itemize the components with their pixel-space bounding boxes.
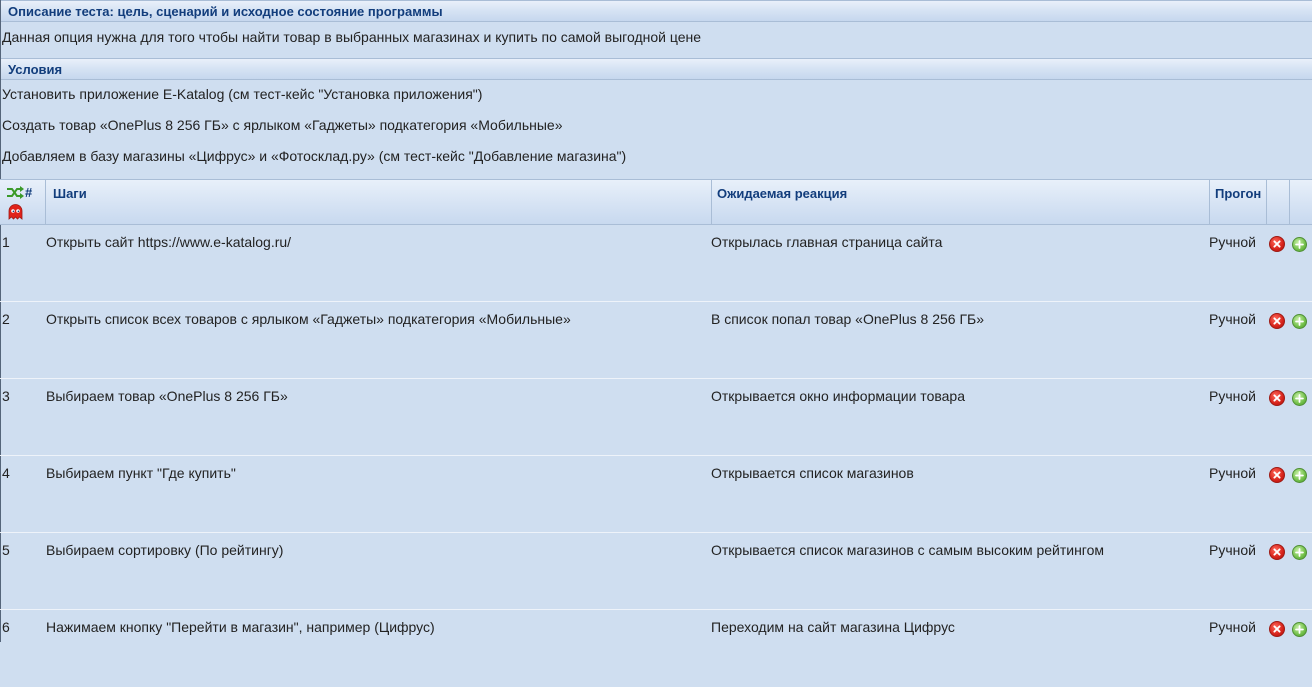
delete-icon[interactable] — [1269, 390, 1285, 406]
condition-line: Создать товар «OnePlus 8 256 ГБ» с ярлык… — [2, 117, 563, 133]
step-text[interactable]: Нажимаем кнопку "Перейти в магазин", нап… — [46, 618, 435, 636]
table-row: 1 Открыть сайт https://www.e-katalog.ru/… — [0, 225, 1312, 302]
run-type[interactable]: Ручной — [1209, 464, 1256, 482]
step-number: 5 — [2, 542, 10, 558]
table-row: 5 Выбираем сортировку (По рейтингу) Откр… — [0, 533, 1312, 610]
expected-text[interactable]: Переходим на сайт магазина Цифрус — [711, 618, 955, 636]
delete-icon[interactable] — [1269, 621, 1285, 637]
run-type[interactable]: Ручной — [1209, 310, 1256, 328]
column-separator — [711, 180, 712, 225]
run-type[interactable]: Ручной — [1209, 387, 1256, 405]
shuffle-icon[interactable] — [6, 186, 24, 199]
column-header-expected[interactable]: Ожидаемая реакция — [717, 180, 847, 225]
run-type[interactable]: Ручной — [1209, 541, 1256, 559]
expected-text[interactable]: Открывается окно информации товара — [711, 387, 965, 405]
step-number: 6 — [2, 619, 10, 635]
column-header-run[interactable]: Прогон — [1215, 180, 1261, 225]
step-text[interactable]: Выбираем сортировку (По рейтингу) — [46, 541, 283, 559]
step-text[interactable]: Выбираем товар «OnePlus 8 256 ГБ» — [46, 387, 288, 405]
run-type[interactable]: Ручной — [1209, 618, 1256, 636]
expected-text[interactable]: В список попал товар «OnePlus 8 256 ГБ» — [711, 310, 984, 328]
table-row: 2 Открыть список всех товаров с ярлыком … — [0, 302, 1312, 379]
add-icon[interactable] — [1292, 237, 1307, 252]
add-icon[interactable] — [1292, 545, 1307, 560]
description-section: Описание теста: цель, сценарий и исходно… — [0, 0, 1312, 58]
step-number: 1 — [2, 234, 10, 250]
add-icon[interactable] — [1292, 622, 1307, 637]
delete-icon[interactable] — [1269, 467, 1285, 483]
expected-text[interactable]: Открывается список магазинов — [711, 464, 914, 482]
step-text[interactable]: Открыть список всех товаров с ярлыком «Г… — [46, 310, 571, 328]
table-row: 4 Выбираем пункт "Где купить" Открываетс… — [0, 456, 1312, 533]
expected-text[interactable]: Открывается список магазинов с самым выс… — [711, 541, 1104, 559]
column-separator — [1289, 180, 1290, 225]
column-header-num: # — [25, 185, 33, 200]
add-icon[interactable] — [1292, 314, 1307, 329]
table-row: 3 Выбираем товар «OnePlus 8 256 ГБ» Откр… — [0, 379, 1312, 456]
step-number: 3 — [2, 388, 10, 404]
delete-icon[interactable] — [1269, 236, 1285, 252]
add-icon[interactable] — [1292, 391, 1307, 406]
table-header: # Шаги Ожидаемая реакция Прогон — [0, 179, 1312, 225]
condition-line: Добавляем в базу магазины «Цифрус» и «Фо… — [2, 148, 627, 164]
step-text[interactable]: Открыть сайт https://www.e-katalog.ru/ — [46, 233, 291, 251]
column-separator — [1209, 180, 1210, 225]
delete-icon[interactable] — [1269, 313, 1285, 329]
add-icon[interactable] — [1292, 468, 1307, 483]
column-header-steps[interactable]: Шаги — [53, 180, 87, 225]
expected-text[interactable]: Открылась главная страница сайта — [711, 233, 942, 251]
run-type[interactable]: Ручной — [1209, 233, 1256, 251]
step-text[interactable]: Выбираем пункт "Где купить" — [46, 464, 236, 482]
conditions-header: Условия — [0, 58, 1312, 80]
column-separator — [1266, 180, 1267, 225]
description-header: Описание теста: цель, сценарий и исходно… — [0, 0, 1312, 22]
step-number: 2 — [2, 311, 10, 327]
condition-line: Установить приложение E-Katalog (см тест… — [2, 86, 483, 102]
steps-table: # Шаги Ожидаемая реакция Прогон 1 Открыт… — [0, 179, 1312, 687]
ghost-icon[interactable] — [8, 204, 23, 220]
table-body: 1 Открыть сайт https://www.e-katalog.ru/… — [0, 225, 1312, 687]
delete-icon[interactable] — [1269, 544, 1285, 560]
column-separator — [45, 180, 46, 225]
conditions-section: Условия Установить приложение E-Katalog … — [0, 58, 1312, 173]
table-row: 6 Нажимаем кнопку "Перейти в магазин", н… — [0, 610, 1312, 687]
step-number: 4 — [2, 465, 10, 481]
description-text: Данная опция нужна для того чтобы найти … — [2, 29, 702, 45]
